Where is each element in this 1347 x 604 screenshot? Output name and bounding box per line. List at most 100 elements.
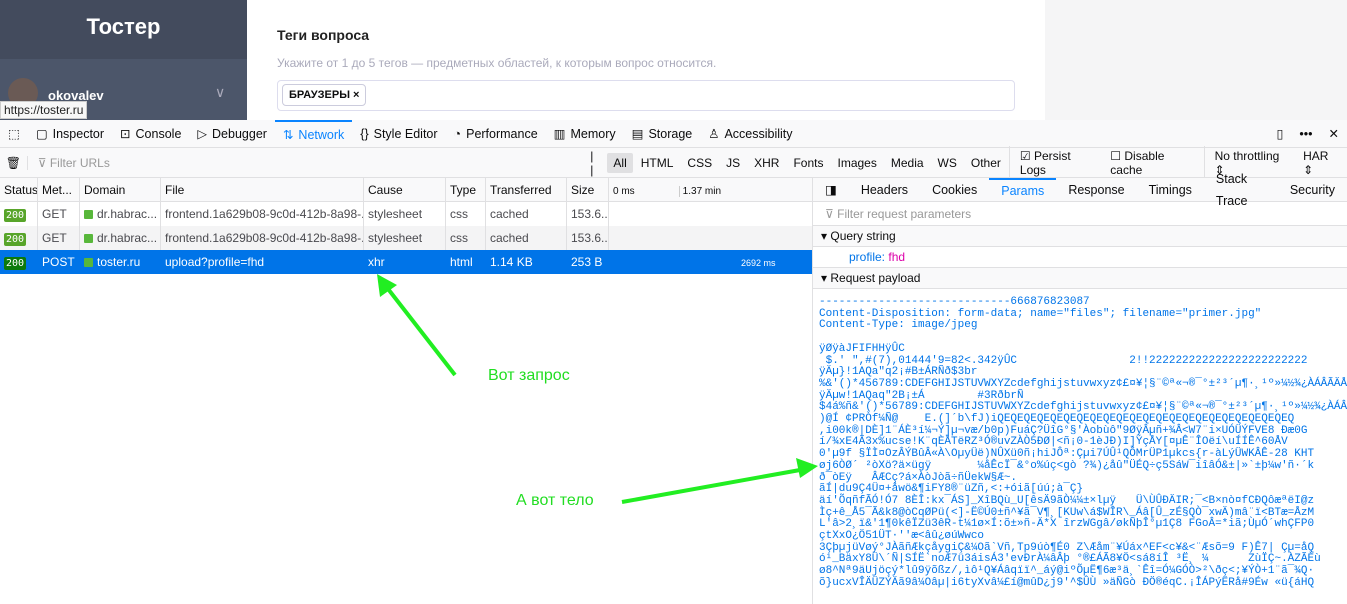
query-string-title: Query string: [830, 229, 896, 243]
tab-style-editor[interactable]: {} Style Editor: [352, 120, 445, 148]
col-size[interactable]: Size: [567, 178, 609, 201]
domain-cell: toster.ru: [80, 250, 161, 274]
filter-other[interactable]: Other: [965, 153, 1007, 173]
trash-icon[interactable]: 🗑: [0, 156, 27, 170]
type-cell: html: [446, 250, 486, 274]
disable-cache-label: Disable cache: [1110, 148, 1165, 177]
debugger-icon: ▷: [197, 127, 208, 141]
size-cell: 253 B: [567, 250, 609, 274]
col-domain[interactable]: Domain: [80, 178, 161, 201]
method-cell: GET: [38, 226, 80, 250]
query-string-section[interactable]: ▾ Query string: [813, 226, 1347, 247]
console-icon: ⊡: [120, 127, 131, 141]
tab-response[interactable]: Response: [1056, 179, 1136, 201]
table-row[interactable]: 200 GET dr.habrac... frontend.1a629b08-9…: [0, 226, 812, 250]
status-cell: 200: [0, 202, 38, 226]
waterfall-cell: 2692 ms: [609, 250, 812, 274]
col-method[interactable]: Met...: [38, 178, 80, 201]
pick-element-icon[interactable]: ⬚: [0, 120, 28, 148]
waterfall-cell: [609, 226, 812, 250]
filter-all[interactable]: All: [607, 152, 633, 173]
tab-label: Console: [135, 126, 182, 141]
tab-params[interactable]: Params: [989, 177, 1057, 202]
tab-accessibility[interactable]: ♙ Accessibility: [700, 120, 800, 148]
site-logo[interactable]: Тостер: [0, 0, 247, 59]
query-param: profile: fhd: [813, 247, 1347, 268]
transferred-cell: 1.14 KB: [486, 250, 567, 274]
col-status[interactable]: Status: [0, 178, 38, 201]
filter-urls-input[interactable]: ⊽ Filter URLs: [26, 155, 581, 170]
network-filter-bar: 🗑 ⊽ Filter URLs | | All HTML CSS JS XHR …: [0, 145, 1347, 180]
persist-logs-label: Persist Logs: [1019, 148, 1071, 177]
file-cell: frontend.1a629b08-9c0d-412b-8a98-...: [161, 226, 364, 250]
type-cell: css: [446, 226, 486, 250]
filter-ws[interactable]: WS: [932, 153, 963, 173]
transferred-cell: cached: [486, 202, 567, 226]
request-details-panel: ◨ Headers Cookies Params Response Timing…: [812, 172, 1347, 604]
table-row[interactable]: 200 POST toster.ru upload?profile=fhd xh…: [0, 250, 812, 274]
tab-network[interactable]: ⇅ Network: [274, 119, 353, 148]
inspector-icon: ▢: [35, 127, 48, 141]
question-form: Теги вопроса Укажите от 1 до 5 тегов — п…: [247, 0, 1045, 120]
tab-console[interactable]: ⊡ Console: [112, 120, 189, 148]
pause-button[interactable]: | |: [584, 146, 605, 180]
filter-xhr[interactable]: XHR: [748, 153, 785, 173]
chevron-down-icon[interactable]: ∨: [215, 84, 225, 101]
col-waterfall[interactable]: 0 ms 1.37 min: [609, 178, 812, 201]
web-page: Тостер okovalev ∨ Теги вопроса Укажите о…: [0, 0, 1347, 120]
annotation-body: А вот тело: [516, 492, 594, 509]
disable-cache-checkbox[interactable]: ☐ Disable cache: [1104, 146, 1201, 180]
status-badge: 200: [4, 257, 27, 270]
tab-debugger[interactable]: ▷ Debugger: [189, 120, 275, 148]
throttling-value: No throttling: [1214, 148, 1280, 163]
har-menu[interactable]: HAR ⇕: [1297, 146, 1346, 180]
details-tabs: ◨ Headers Cookies Params Response Timing…: [813, 172, 1347, 208]
remove-tag-icon[interactable]: ×: [353, 89, 359, 101]
tab-stack-trace[interactable]: Stack Trace: [1204, 168, 1278, 212]
storage-icon: ▤: [631, 127, 644, 141]
tab-timings[interactable]: Timings: [1137, 179, 1204, 201]
tab-label: Network: [298, 127, 345, 142]
tags-input[interactable]: БРАУЗЕРЫ ×: [277, 80, 1015, 111]
col-type[interactable]: Type: [446, 178, 486, 201]
domain-cell: dr.habrac...: [80, 202, 161, 226]
status-cell: 200: [0, 250, 38, 274]
col-file[interactable]: File: [161, 178, 364, 201]
filter-js[interactable]: JS: [720, 153, 746, 173]
type-cell: css: [446, 202, 486, 226]
toggle-panel-icon[interactable]: ◨: [813, 179, 849, 201]
tab-security[interactable]: Security: [1278, 179, 1347, 201]
tags-hint: Укажите от 1 до 5 тегов — предметных обл…: [277, 56, 717, 70]
tab-storage[interactable]: ▤ Storage: [624, 120, 701, 148]
tab-cookies[interactable]: Cookies: [920, 179, 989, 201]
tab-performance[interactable]: ◔ Performance: [446, 120, 546, 148]
filter-css[interactable]: CSS: [681, 153, 718, 173]
request-payload-section[interactable]: ▾ Request payload: [813, 268, 1347, 289]
arrow-to-request: [383, 283, 457, 377]
filter-html[interactable]: HTML: [635, 153, 680, 173]
param-value: fhd: [888, 250, 906, 264]
size-cell: 153.6...: [567, 202, 609, 226]
network-icon: ⇅: [282, 128, 294, 142]
tab-inspector[interactable]: ▢ Inspector: [28, 120, 112, 148]
accessibility-icon: ♙: [708, 127, 720, 141]
tab-label: Performance: [466, 126, 538, 141]
col-cause[interactable]: Cause: [364, 178, 446, 201]
domain-text: dr.habrac...: [97, 231, 158, 245]
col-transferred[interactable]: Transferred: [486, 178, 567, 201]
close-icon[interactable]: ✕: [1321, 120, 1347, 148]
filter-images[interactable]: Images: [831, 153, 882, 173]
table-row[interactable]: 200 GET dr.habrac... frontend.1a629b08-9…: [0, 202, 812, 226]
har-label: HAR: [1303, 148, 1329, 163]
file-cell: upload?profile=fhd: [161, 250, 364, 274]
filter-media[interactable]: Media: [885, 153, 930, 173]
arrow-to-body: [621, 468, 801, 504]
persist-logs-checkbox[interactable]: ☑ Persist Logs: [1008, 145, 1102, 180]
domain-text: dr.habrac...: [97, 207, 158, 221]
tab-memory[interactable]: ▥ Memory: [546, 120, 624, 148]
tab-headers[interactable]: Headers: [849, 179, 920, 201]
filter-fonts[interactable]: Fonts: [787, 153, 829, 173]
responsive-mode-icon[interactable]: ▯: [1268, 120, 1291, 148]
cause-cell: stylesheet: [364, 202, 446, 226]
more-options-icon[interactable]: •••: [1291, 120, 1320, 148]
